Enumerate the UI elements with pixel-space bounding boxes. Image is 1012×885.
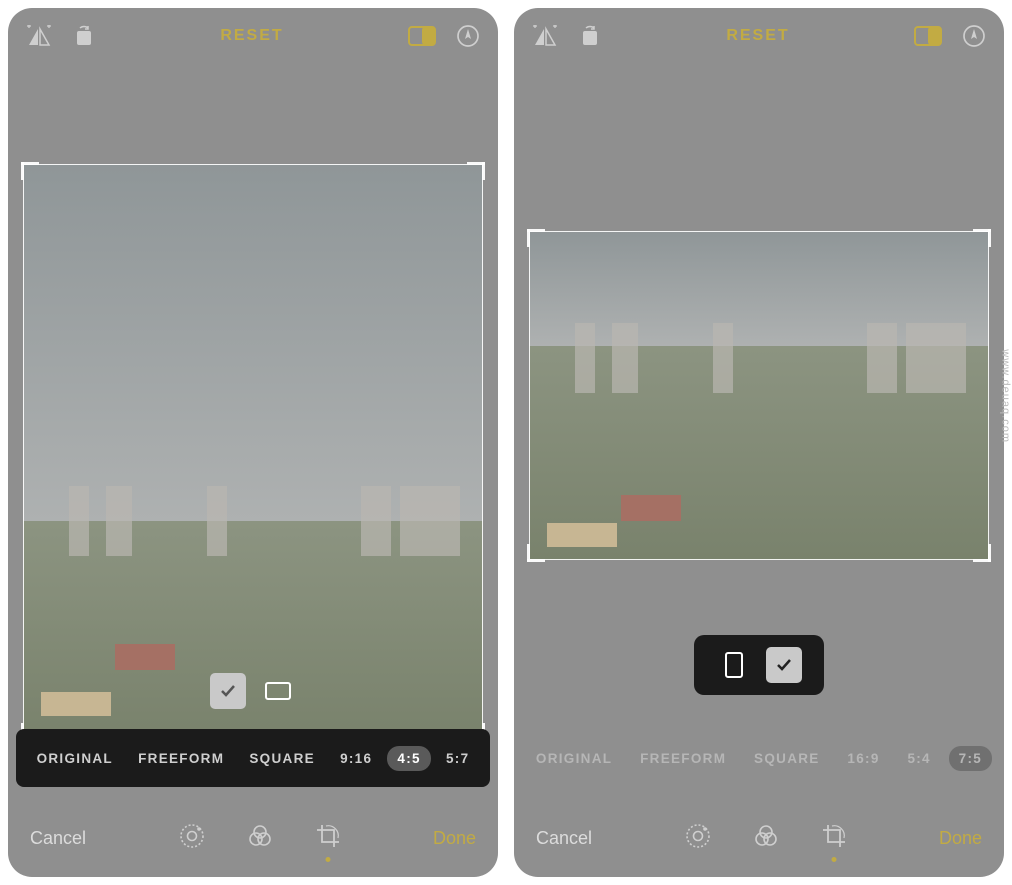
filters-tool-icon[interactable] xyxy=(247,823,273,854)
cancel-button[interactable]: Cancel xyxy=(536,828,592,849)
aspect-7-5[interactable]: 7:5 xyxy=(949,746,992,771)
aspect-ratio-icon[interactable] xyxy=(408,26,436,46)
reset-button[interactable]: RESET xyxy=(220,27,283,45)
crop-tool-icon[interactable] xyxy=(315,823,341,854)
photo-preview xyxy=(529,231,989,560)
done-button[interactable]: Done xyxy=(433,828,476,849)
photo-preview xyxy=(23,164,483,739)
aspect-original[interactable]: ORIGINAL xyxy=(526,746,622,771)
screen-right-landscape: RESET ORIGINAL xyxy=(514,8,1004,877)
crop-handle-tr[interactable] xyxy=(467,162,485,180)
aspect-5-4[interactable]: 5:4 xyxy=(897,746,940,771)
crop-handle-bl[interactable] xyxy=(527,544,545,562)
filters-tool-icon[interactable] xyxy=(753,823,779,854)
aspect-5-7[interactable]: 5:7 xyxy=(436,746,479,771)
aspect-ratio-icon[interactable] xyxy=(914,26,942,46)
flip-horizontal-icon[interactable] xyxy=(26,25,52,47)
aspect-9-16[interactable]: 9:16 xyxy=(330,746,382,771)
topbar: RESET xyxy=(514,8,1004,64)
aspect-ratio-bar[interactable]: ORIGINAL FREEFORM SQUARE 9:16 4:5 5:7 xyxy=(16,729,490,787)
topbar: RESET xyxy=(8,8,498,64)
orientation-toggle xyxy=(694,635,824,695)
orientation-landscape-button[interactable] xyxy=(766,647,802,683)
crop-handle-tr[interactable] xyxy=(973,229,991,247)
adjust-tool-icon[interactable] xyxy=(179,823,205,854)
aspect-square[interactable]: SQUARE xyxy=(239,746,325,771)
orientation-portrait-button[interactable] xyxy=(210,673,246,709)
crop-tool-icon[interactable] xyxy=(821,823,847,854)
screen-left-portrait: RESET ORIGINAL xyxy=(8,8,498,877)
aspect-freeform[interactable]: FREEFORM xyxy=(630,746,736,771)
flip-horizontal-icon[interactable] xyxy=(532,25,558,47)
orientation-toggle xyxy=(8,673,498,709)
cancel-button[interactable]: Cancel xyxy=(30,828,86,849)
reset-button[interactable]: RESET xyxy=(726,27,789,45)
rotate-icon[interactable] xyxy=(578,24,602,48)
crop-border[interactable] xyxy=(529,231,989,560)
crop-handle-br[interactable] xyxy=(973,544,991,562)
orientation-portrait-button[interactable] xyxy=(716,647,752,683)
aspect-original[interactable]: ORIGINAL xyxy=(27,746,123,771)
crop-border[interactable] xyxy=(23,164,483,739)
bottombar: Cancel Done xyxy=(8,799,498,877)
aspect-4-5[interactable]: 4:5 xyxy=(387,746,430,771)
markup-icon[interactable] xyxy=(962,24,986,48)
crop-handle-tl[interactable] xyxy=(527,229,545,247)
markup-icon[interactable] xyxy=(456,24,480,48)
aspect-ratio-bar[interactable]: ORIGINAL FREEFORM SQUARE 16:9 5:4 7:5 xyxy=(522,729,996,787)
rotate-icon[interactable] xyxy=(72,24,96,48)
done-button[interactable]: Done xyxy=(939,828,982,849)
aspect-square[interactable]: SQUARE xyxy=(744,746,830,771)
crop-handle-tl[interactable] xyxy=(21,162,39,180)
bottombar: Cancel Done xyxy=(514,799,1004,877)
orientation-landscape-button[interactable] xyxy=(260,673,296,709)
aspect-freeform[interactable]: FREEFORM xyxy=(128,746,234,771)
aspect-16-9[interactable]: 16:9 xyxy=(837,746,889,771)
adjust-tool-icon[interactable] xyxy=(685,823,711,854)
